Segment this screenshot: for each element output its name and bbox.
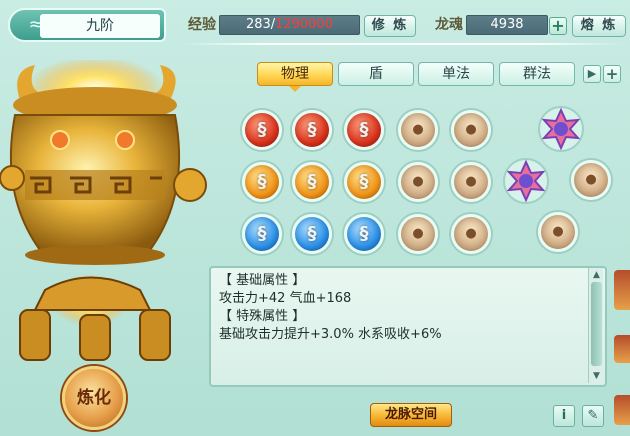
gem-slot-empty[interactable]: ● xyxy=(398,162,438,202)
gem-slot-blue[interactable]: § xyxy=(292,214,332,254)
cauldron-artwork xyxy=(0,60,207,361)
lock-icon: ● xyxy=(552,224,564,239)
lock-icon: ● xyxy=(465,226,477,241)
side-tab-decoration[interactable] xyxy=(614,395,630,425)
exp-max: 1290000 xyxy=(275,17,334,32)
side-tab-decoration[interactable] xyxy=(614,270,630,310)
gem-slot-empty-lower[interactable]: ● xyxy=(538,212,578,252)
tier-badge: ≈ 九阶 xyxy=(8,8,166,42)
gem-icon: § xyxy=(307,171,317,192)
star-gem-top[interactable] xyxy=(538,106,584,152)
tab-scroll-right-icon[interactable]: ▶ xyxy=(583,65,601,83)
add-tab-button[interactable]: + xyxy=(603,65,621,83)
tier-name: 九阶 xyxy=(40,14,160,38)
gem-slot-orange[interactable]: § xyxy=(292,162,332,202)
base-attr-heading: 【 基础属性 】 xyxy=(219,273,306,288)
special-attr-heading: 【 特殊属性 】 xyxy=(219,309,306,324)
gem-slot-empty[interactable]: ● xyxy=(451,162,491,202)
gem-slot-empty-right[interactable]: ● xyxy=(571,160,611,200)
tab-physical[interactable]: 物理 xyxy=(257,62,333,86)
attribute-info-panel: 【 基础属性 】 攻击力+42 气血+168 【 特殊属性 】 基础攻击力提升+… xyxy=(209,266,607,387)
scroll-up-icon[interactable]: ▲ xyxy=(591,270,602,280)
gem-slot-empty[interactable]: ● xyxy=(398,214,438,254)
gem-icon: § xyxy=(359,223,369,244)
info-scrollbar[interactable]: ▲ ▼ xyxy=(588,268,603,383)
gem-slot-empty[interactable]: ● xyxy=(451,110,491,150)
exp-value: 283/1290000 xyxy=(219,15,360,35)
gem-icon: § xyxy=(307,223,317,244)
gem-slot-empty[interactable]: ● xyxy=(451,214,491,254)
lock-icon: ● xyxy=(585,172,597,187)
gem-icon: § xyxy=(359,171,369,192)
gem-icon: § xyxy=(359,119,369,140)
lock-icon: ● xyxy=(465,174,477,189)
special-attr-values: 基础攻击力提升+3.0% 水系吸收+6% xyxy=(219,327,442,342)
lock-icon: ● xyxy=(412,226,424,241)
lock-icon: ● xyxy=(412,174,424,189)
gem-slot-blue[interactable]: § xyxy=(344,214,384,254)
exp-label: 经验 xyxy=(188,17,216,33)
tab-shield[interactable]: 盾 xyxy=(338,62,414,86)
base-attr-values: 攻击力+42 气血+168 xyxy=(219,291,352,306)
smelt-button[interactable]: 熔 炼 xyxy=(572,15,626,37)
gem-icon: § xyxy=(307,119,317,140)
header-divider xyxy=(180,43,624,45)
gem-icon: § xyxy=(257,119,267,140)
active-tab-pointer xyxy=(289,86,301,92)
gem-slot-red[interactable]: § xyxy=(242,110,282,150)
gem-icon: § xyxy=(257,171,267,192)
refine-button[interactable]: 炼化 xyxy=(62,366,126,430)
exp-current: 283 xyxy=(245,17,271,32)
scroll-thumb[interactable] xyxy=(591,282,602,366)
soul-value: 4938 xyxy=(466,15,548,35)
gem-slot-blue[interactable]: § xyxy=(242,214,282,254)
side-tab-decoration[interactable] xyxy=(614,335,630,363)
tab-single-magic[interactable]: 单法 xyxy=(418,62,494,86)
gem-slot-orange[interactable]: § xyxy=(242,162,282,202)
cultivate-button[interactable]: 修 炼 xyxy=(364,15,416,37)
star-gem-middle[interactable] xyxy=(503,158,549,204)
add-soul-button[interactable]: + xyxy=(549,17,567,35)
gem-icon: § xyxy=(257,223,267,244)
lock-icon: ● xyxy=(465,122,477,137)
info-icon[interactable]: i xyxy=(553,405,575,427)
soul-label: 龙魂 xyxy=(435,17,463,33)
lock-icon: ● xyxy=(412,122,424,137)
edit-icon[interactable]: ✎ xyxy=(582,405,604,427)
tab-group-magic[interactable]: 群法 xyxy=(499,62,575,86)
gem-slot-orange[interactable]: § xyxy=(344,162,384,202)
dragon-vein-button[interactable]: 龙脉空间 xyxy=(370,403,452,427)
gem-slot-empty[interactable]: ● xyxy=(398,110,438,150)
gem-slot-red[interactable]: § xyxy=(292,110,332,150)
gem-slot-red[interactable]: § xyxy=(344,110,384,150)
scroll-down-icon[interactable]: ▼ xyxy=(591,371,602,381)
